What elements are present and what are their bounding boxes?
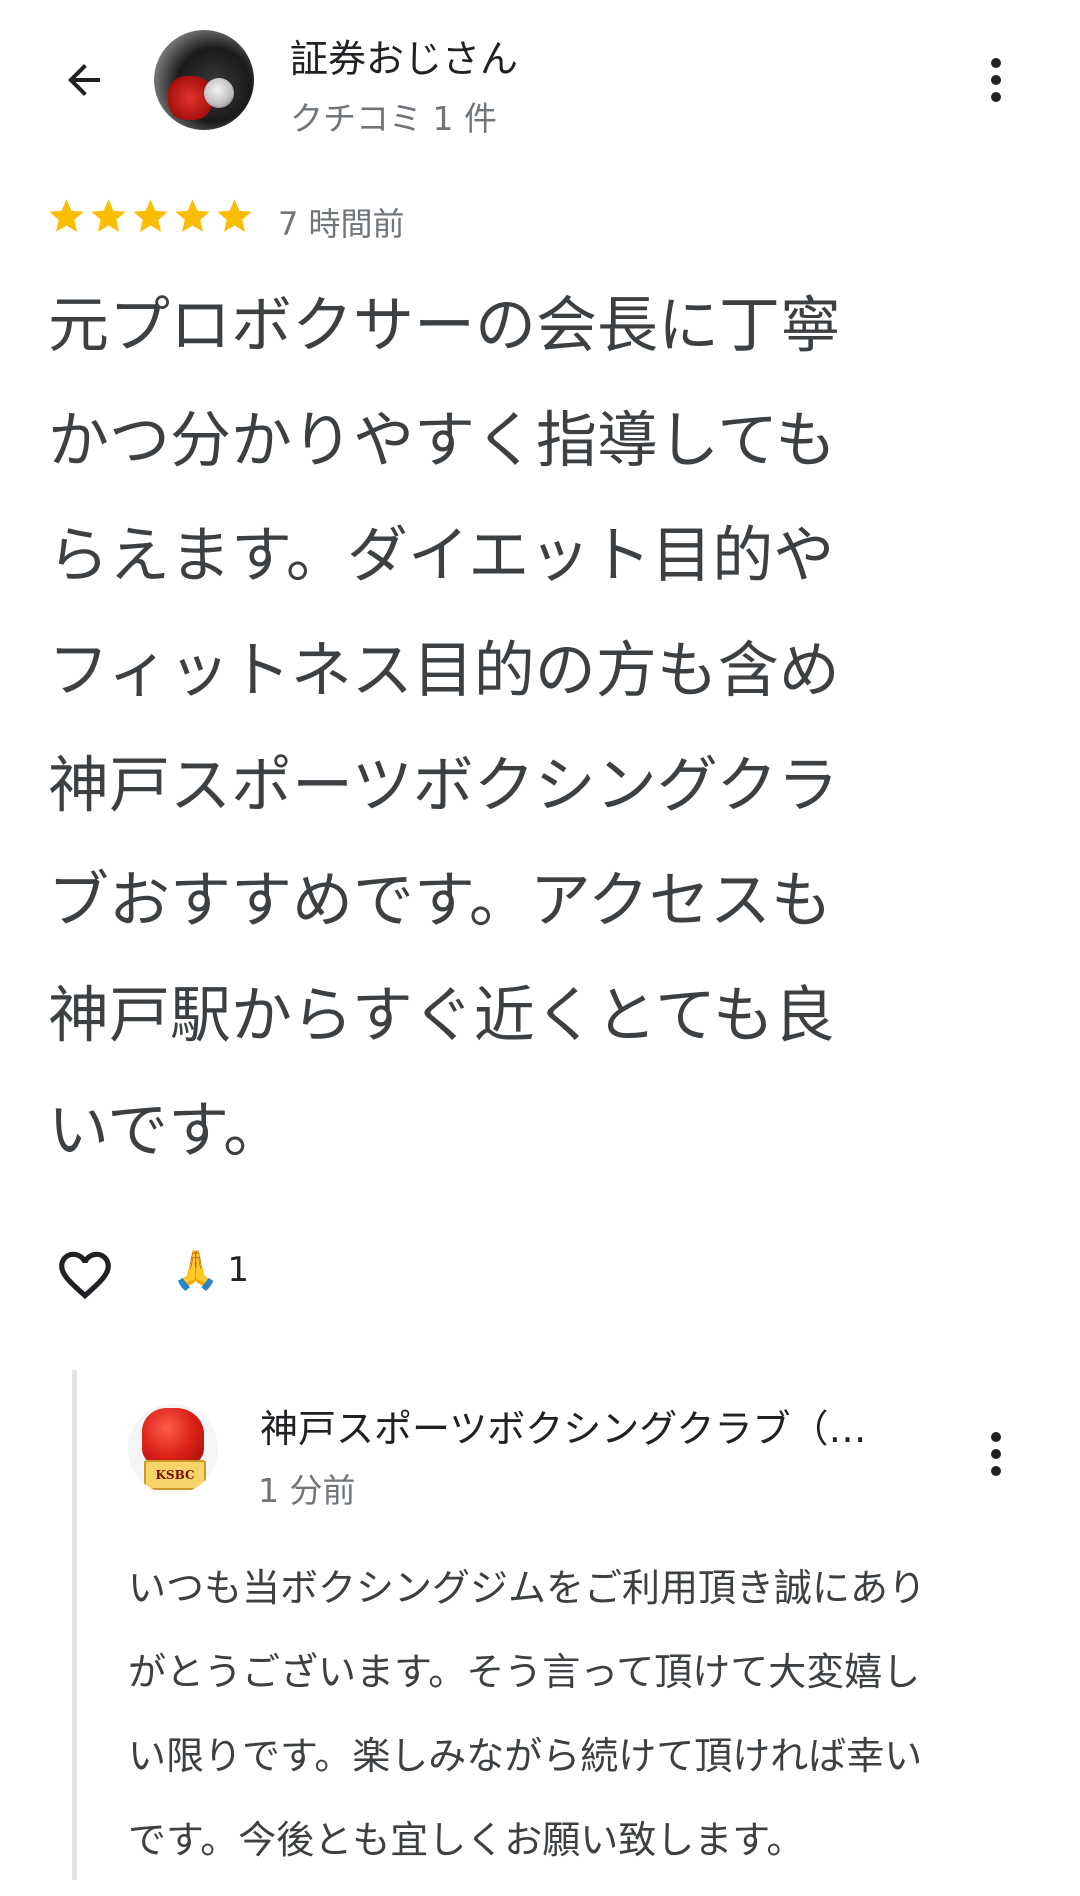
user-review-count: クチコミ 1 件 (290, 99, 497, 138)
review-text: 元プロボクサーの会長に丁寧 かつ分かりやすく指導しても らえます。ダイエット目的… (48, 268, 1048, 1188)
avatar-badge: KSBC (144, 1460, 206, 1490)
review-text-line: フィットネス目的の方も含め (48, 635, 840, 706)
pray-emoji-icon: 🙏 (172, 1248, 220, 1292)
star-icon (133, 199, 168, 232)
reply-text-line: がとうございます。そう言って頂けて大変嬉し (128, 1650, 921, 1694)
arrow-left-icon (68, 64, 100, 96)
reply-text-line: です。今後とも宜しくお願い致します。 (128, 1818, 805, 1862)
review-text-line: いです。 (48, 1095, 285, 1166)
review-text-line: らえます。ダイエット目的や (48, 520, 835, 591)
owner-reply-time: 1 分前 (258, 1471, 356, 1510)
reaction-chip[interactable]: 🙏 1 (172, 1250, 249, 1290)
review-time: 7 時間前 (278, 205, 405, 243)
star-icon (91, 199, 126, 232)
like-button[interactable] (50, 1240, 120, 1310)
reply-text-line: い限りです。楽しみながら続けて頂ければ幸い (128, 1734, 923, 1778)
owner-name[interactable]: 神戸スポーツボクシングクラブ（… (260, 1398, 920, 1453)
boxing-glove-icon (142, 1408, 204, 1466)
review-text-line: 神戸スポーツボクシングクラ (48, 750, 839, 821)
reaction-count: 1 (227, 1250, 249, 1290)
star-icon (175, 199, 210, 232)
owner-avatar[interactable]: KSBC (128, 1404, 218, 1494)
more-vert-icon (991, 1432, 1001, 1442)
reply-divider (72, 1370, 77, 1880)
star-icon (49, 199, 84, 232)
heart-outline-icon (59, 1251, 111, 1300)
owner-reply-text: いつも当ボクシングジムをご利用頂き誠にあり がとうございます。そう言って頂けて大… (128, 1546, 1028, 1882)
star-icon (217, 199, 252, 232)
more-options-button[interactable] (966, 40, 1026, 120)
review-text-line: 神戸駅からすぐ近くとても良 (48, 980, 835, 1051)
review-text-line: 元プロボクサーの会長に丁寧 (48, 290, 842, 361)
star-rating (46, 196, 255, 237)
review-text-line: かつ分かりやすく指導しても (48, 405, 837, 476)
user-name[interactable]: 証券おじさん (290, 28, 518, 83)
reply-text-line: いつも当ボクシングジムをご利用頂き誠にあり (128, 1566, 927, 1610)
more-vert-icon (991, 58, 1001, 68)
avatar-art-detail (204, 78, 234, 108)
reply-more-options-button[interactable] (966, 1414, 1026, 1494)
user-avatar[interactable] (154, 30, 254, 130)
review-text-line: ブおすすめです。アクセスも (48, 865, 832, 936)
back-button[interactable] (44, 40, 124, 120)
